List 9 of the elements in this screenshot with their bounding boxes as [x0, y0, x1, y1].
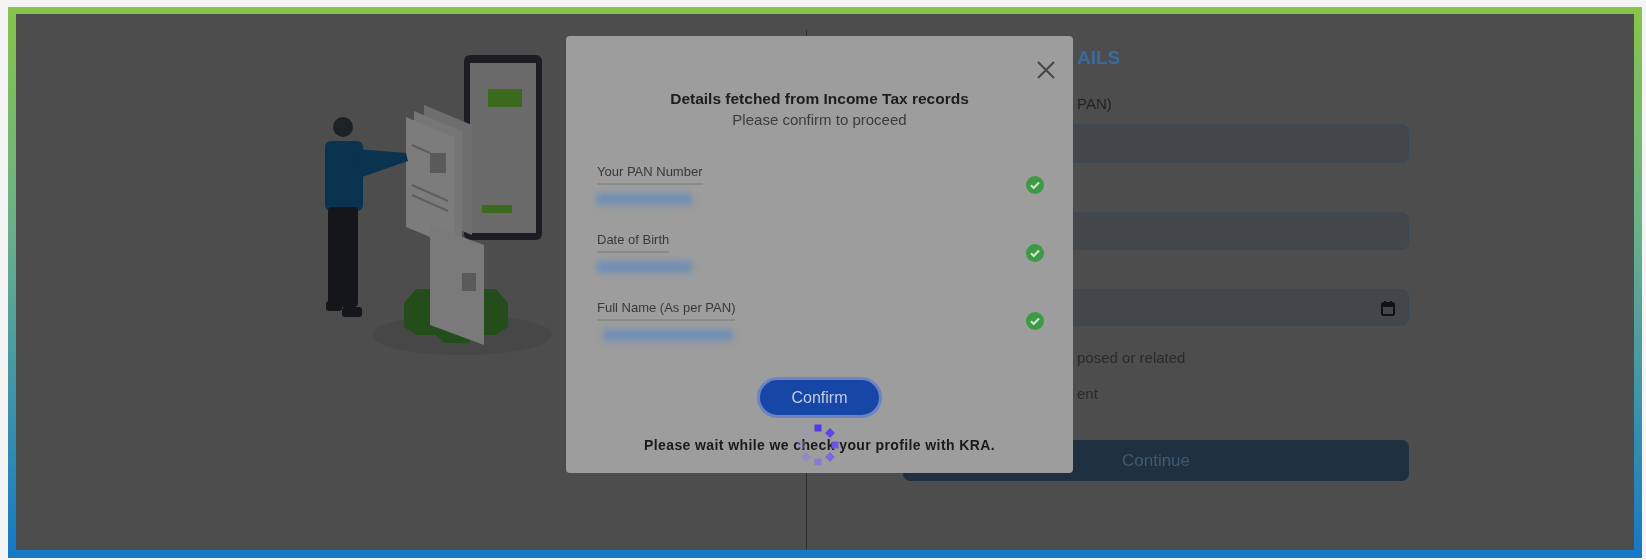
- modal-title: Details fetched from Income Tax records: [670, 89, 969, 109]
- confirm-button[interactable]: Confirm: [757, 377, 882, 418]
- section-heading: AILS: [1077, 46, 1121, 70]
- field-label: Your PAN Number: [597, 164, 703, 185]
- modal-subtitle: Please confirm to proceed: [732, 110, 907, 130]
- calendar-icon[interactable]: [1381, 301, 1395, 316]
- field-label: Full Name (As per PAN): [597, 300, 736, 321]
- close-button[interactable]: [1035, 59, 1057, 81]
- field-label: Date of Birth: [597, 232, 670, 253]
